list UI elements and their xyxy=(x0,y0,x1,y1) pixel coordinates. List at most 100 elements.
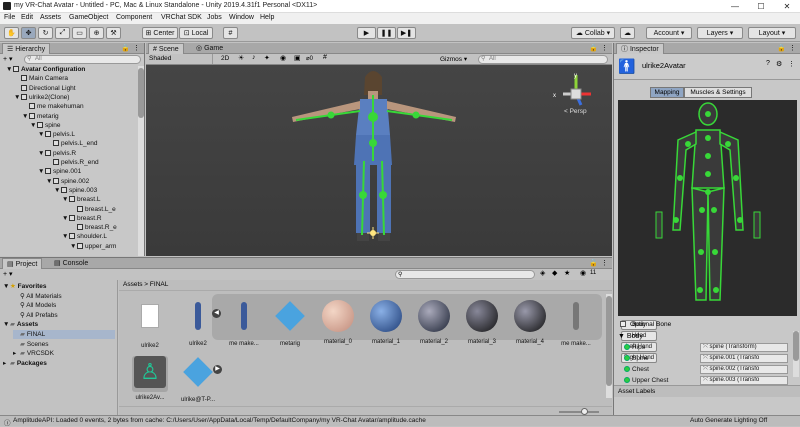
hierarchy-item[interactable]: ▼ breast.R xyxy=(62,214,102,223)
layers-dropdown[interactable]: Layers ▾ xyxy=(697,27,743,39)
expand-arrow-icon[interactable]: ▸ xyxy=(3,359,10,368)
audio-toggle-icon[interactable]: ♪ xyxy=(252,54,256,61)
hierarchy-item[interactable]: ▼ upper_arm xyxy=(70,242,116,251)
services-button[interactable]: ☁ xyxy=(620,27,635,39)
asset-item[interactable]: material_2 xyxy=(407,298,461,345)
move-tool-button[interactable]: ✥ xyxy=(21,27,36,39)
expand-arrow-icon[interactable]: ▼ xyxy=(38,150,45,158)
hierarchy-item[interactable]: breast.L_e xyxy=(70,205,116,214)
hierarchy-item[interactable]: pelvis.L_end xyxy=(46,140,98,148)
hierarchy-item[interactable]: ▼ spine.001 xyxy=(38,168,81,176)
folder-tree-item[interactable]: ▸ ▰ Packages xyxy=(3,359,47,368)
slider-handle[interactable] xyxy=(581,408,588,415)
expand-arrow-icon[interactable]: ▼ xyxy=(62,196,69,204)
tab-mapping[interactable]: Mapping xyxy=(650,87,684,98)
menu-assets[interactable]: Assets xyxy=(40,14,61,21)
menu-edit[interactable]: Edit xyxy=(21,14,33,21)
expand-arrow-icon[interactable]: ▼ xyxy=(30,122,37,130)
hierarchy-item[interactable]: ▼ metarig xyxy=(22,112,59,121)
hierarchy-item[interactable]: ▼ Avatar Configuration xyxy=(6,66,85,74)
menu-gameobject[interactable]: GameObject xyxy=(69,14,108,21)
project-lock-icon[interactable]: 🔒 xyxy=(589,259,598,267)
scene-viewport[interactable]: y x < Persp xyxy=(146,65,612,256)
menu-help[interactable]: Help xyxy=(260,14,274,21)
hierarchy-item[interactable]: ▼ spine.002 xyxy=(46,177,89,186)
menu-jobs[interactable]: Jobs xyxy=(207,14,222,21)
grid-snap-button[interactable]: # xyxy=(223,27,238,39)
close-button[interactable]: ✕ xyxy=(774,0,800,13)
folder-tree-item[interactable]: ▼▰ Assets xyxy=(3,320,38,329)
expand-arrow-icon[interactable]: ▼ xyxy=(14,94,21,102)
minimize-button[interactable]: — xyxy=(722,0,748,13)
tab-muscles-settings[interactable]: Muscles & Settings xyxy=(684,87,752,98)
hidden-packages-icon[interactable]: ◉ xyxy=(580,269,586,277)
expand-arrow-icon[interactable]: ▼ xyxy=(38,131,45,139)
inspector-menu-icon[interactable]: ⋮ xyxy=(789,44,796,52)
asset-item[interactable]: me make... xyxy=(549,298,603,347)
step-button[interactable]: ▶❚ xyxy=(397,27,416,39)
hierarchy-item[interactable]: ▼ shoulder.L xyxy=(62,233,107,241)
menu-vrchat-sdk[interactable]: VRChat SDK xyxy=(161,14,202,21)
body-section-header[interactable]: ▼ Body xyxy=(618,333,643,340)
hierarchy-item[interactable]: ▼ spine xyxy=(30,121,61,130)
tab-game[interactable]: ◎ Game xyxy=(192,43,227,54)
project-search-input[interactable]: ⚲ xyxy=(395,270,535,279)
grid-toggle-icon[interactable]: # xyxy=(323,54,327,61)
folder-tree-item[interactable]: ⚲ All Prefabs xyxy=(13,311,58,320)
hierarchy-scrollbar[interactable] xyxy=(138,66,144,256)
tab-console[interactable]: ▤ Console xyxy=(50,258,92,269)
bone-transform-field[interactable]: ⤧ spine.001 (Transfo xyxy=(700,354,788,363)
hidden-objects-icon[interactable]: ◉ xyxy=(280,54,286,62)
folder-tree-item[interactable]: ▸ ▰ VRCSDK xyxy=(13,349,54,358)
hierarchy-item[interactable]: pelvis.R_end xyxy=(46,159,99,167)
expand-arrow-icon[interactable]: ▼ xyxy=(54,187,61,195)
expand-arrow-icon[interactable]: ▼ xyxy=(46,178,53,186)
help-icon[interactable]: ? xyxy=(766,60,770,67)
filter-type-icon[interactable]: ◈ xyxy=(540,269,545,277)
inspector-lock-icon[interactable]: 🔒 xyxy=(777,44,786,52)
hierarchy-item[interactable]: ▼ spine.003 xyxy=(54,186,97,195)
expand-arrow-icon[interactable]: ▼ xyxy=(22,113,29,121)
asset-item[interactable]: ulrike@T-P... xyxy=(171,354,225,403)
view-gizmo[interactable]: y x < Persp xyxy=(551,69,601,119)
visibility-counter-icon[interactable]: ⌀0 xyxy=(306,55,313,62)
menu-window[interactable]: Window xyxy=(229,14,254,21)
2d-toggle[interactable]: 2D xyxy=(221,55,229,62)
scene-lock-icon[interactable]: 🔒 xyxy=(589,44,598,52)
hierarchy-search-input[interactable]: ⚲ All xyxy=(24,55,141,64)
status-message[interactable]: AmplitudeAPI: Loaded 0 events, 2 bytes f… xyxy=(13,417,426,424)
account-dropdown[interactable]: Account ▾ xyxy=(646,27,692,39)
optional-bone-checkbox-icon[interactable] xyxy=(620,321,626,327)
project-add-button[interactable]: + ▾ xyxy=(3,270,13,278)
scene-menu-icon[interactable]: ⋮ xyxy=(601,44,608,52)
collab-button[interactable]: ☁ Collab ▾ xyxy=(571,27,615,39)
rotate-tool-button[interactable]: ↻ xyxy=(38,27,53,39)
asset-item[interactable]: ulrike2 xyxy=(123,298,177,349)
perspective-label[interactable]: < Persp xyxy=(564,108,587,115)
expand-arrow-icon[interactable]: ▼ xyxy=(6,66,13,74)
breadcrumb-path[interactable]: Assets > FINAL xyxy=(123,281,168,288)
folder-tree-item[interactable]: ⚲ All Models xyxy=(13,301,56,310)
expand-arrow-icon[interactable]: ▼ xyxy=(3,282,10,291)
play-button[interactable]: ▶ xyxy=(357,27,376,39)
expand-arrow-icon[interactable]: ▼ xyxy=(70,243,77,251)
menu-file[interactable]: File xyxy=(4,14,15,21)
menu-component[interactable]: Component xyxy=(116,14,152,21)
folder-tree-item[interactable]: ⚲ All Materials xyxy=(13,292,62,301)
inspector-more-icon[interactable]: ⋮ xyxy=(788,60,795,68)
custom-tool-button[interactable]: ⚒ xyxy=(106,27,121,39)
folder-tree-item[interactable]: ▼★ Favorites xyxy=(3,282,47,291)
lighting-toggle-icon[interactable]: ☀ xyxy=(238,54,244,62)
lock-icon[interactable]: 🔒 xyxy=(121,44,130,52)
pivot-center-button[interactable]: ⊞ Center xyxy=(142,27,178,39)
hierarchy-item[interactable]: me makehuman xyxy=(22,103,84,111)
pause-button[interactable]: ❚❚ xyxy=(377,27,396,39)
hierarchy-item[interactable]: ▼ breast.L xyxy=(62,196,101,204)
favorite-icon[interactable]: ★ xyxy=(564,269,570,277)
tab-hierarchy[interactable]: ☰ Hierarchy xyxy=(2,43,51,54)
folder-tree-item[interactable]: ▰ FINAL xyxy=(13,330,115,339)
hierarchy-add-button[interactable]: + ▾ xyxy=(3,55,13,63)
hierarchy-item[interactable]: breast.R_e xyxy=(70,224,117,232)
effects-toggle-icon[interactable]: ✦ xyxy=(264,54,270,62)
rect-tool-button[interactable]: ▭ xyxy=(72,27,87,39)
